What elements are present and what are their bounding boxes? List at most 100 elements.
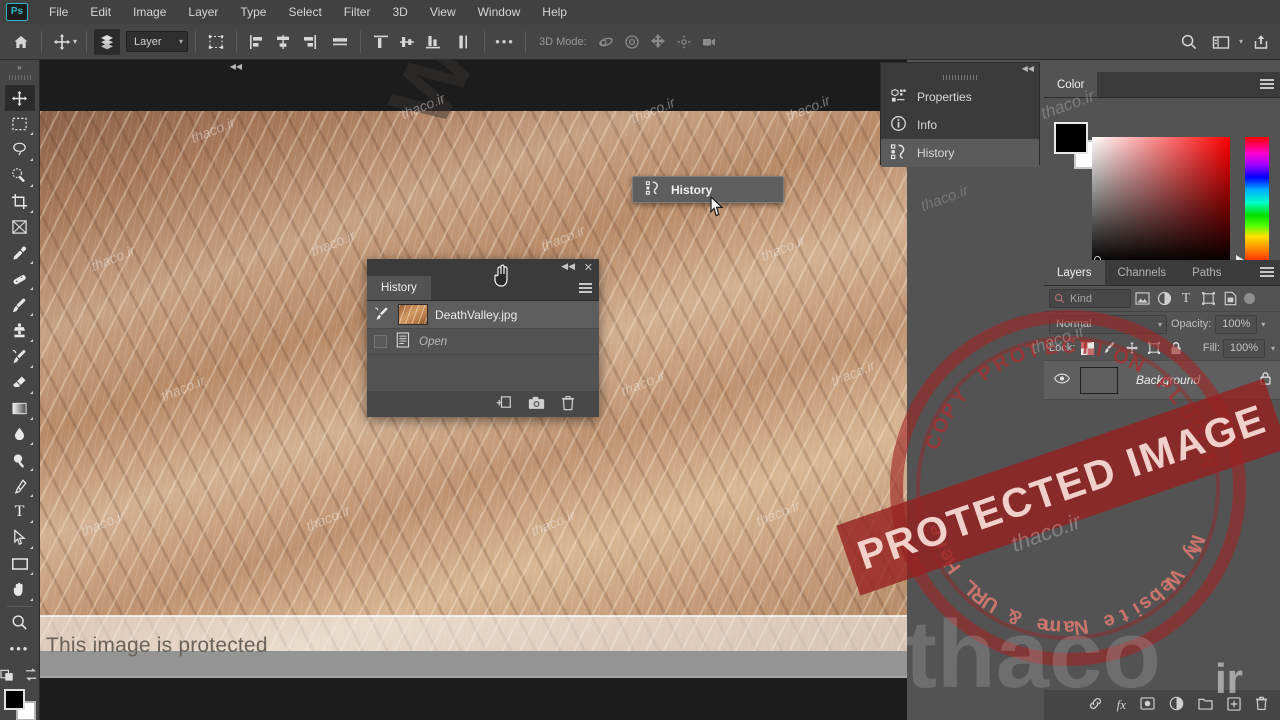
clone-stamp-tool[interactable]: [5, 318, 35, 344]
lock-artboard-nesting-icon[interactable]: [1144, 339, 1163, 358]
menu-3d[interactable]: 3D: [381, 2, 418, 22]
fill-input[interactable]: 100%: [1222, 338, 1265, 358]
layer-mask-button[interactable]: [1140, 697, 1155, 713]
3d-roll-icon[interactable]: [619, 29, 645, 55]
search-icon[interactable]: [1176, 29, 1202, 55]
blend-mode-dropdown[interactable]: Normal ▾: [1049, 314, 1167, 334]
history-brush-source-icon[interactable]: [373, 306, 391, 324]
menu-edit[interactable]: Edit: [79, 2, 122, 22]
lock-transparent-pixels-icon[interactable]: [1078, 339, 1097, 358]
delete-state-button[interactable]: [561, 395, 575, 414]
foreground-color-swatch[interactable]: [1054, 122, 1088, 154]
filter-kind-dropdown[interactable]: Kind: [1049, 289, 1131, 308]
3d-pan-icon[interactable]: [645, 29, 671, 55]
menu-help[interactable]: Help: [531, 2, 578, 22]
distribute-vertically-icon[interactable]: [451, 29, 477, 55]
panel-menu-icon[interactable]: [1260, 79, 1274, 91]
chevron-down-icon[interactable]: ▾: [1239, 37, 1243, 46]
edit-toolbar-button[interactable]: •••: [5, 636, 35, 662]
filter-smart-object-icon[interactable]: [1219, 289, 1241, 309]
history-panel-titlebar[interactable]: ◀◀ ✕: [367, 259, 599, 276]
pen-tool[interactable]: [5, 473, 35, 499]
history-brush-tool[interactable]: [5, 344, 35, 370]
layer-style-button[interactable]: fx: [1117, 697, 1126, 713]
sidebar-item-info[interactable]: Info: [881, 111, 1039, 139]
sidebar-item-history[interactable]: History: [881, 139, 1039, 167]
tab-color[interactable]: Color: [1044, 72, 1098, 97]
brush-tool[interactable]: [5, 292, 35, 318]
move-tool[interactable]: [4, 85, 35, 112]
align-right-edges-icon[interactable]: [296, 29, 322, 55]
chevron-down-icon[interactable]: ▾: [1261, 320, 1265, 329]
close-icon[interactable]: ✕: [584, 261, 593, 274]
color-field[interactable]: [1092, 137, 1230, 263]
frame-tool[interactable]: [5, 215, 35, 241]
menu-type[interactable]: Type: [229, 2, 277, 22]
tab-layers[interactable]: Layers: [1044, 260, 1105, 285]
menu-view[interactable]: View: [419, 2, 467, 22]
filter-pixel-icon[interactable]: [1131, 289, 1153, 309]
align-bottom-edges-icon[interactable]: [420, 29, 446, 55]
new-layer-button[interactable]: [1227, 696, 1241, 714]
new-document-from-state-button[interactable]: [496, 395, 512, 413]
rectangular-marquee-tool[interactable]: [5, 111, 35, 137]
align-left-edges-icon[interactable]: [244, 29, 270, 55]
show-transform-controls-icon[interactable]: [203, 29, 229, 55]
lock-all-icon[interactable]: [1166, 339, 1185, 358]
foreground-color-swatch[interactable]: [3, 689, 25, 711]
delete-layer-button[interactable]: [1255, 696, 1268, 714]
history-drag-proxy[interactable]: History: [632, 176, 784, 203]
new-group-button[interactable]: [1198, 697, 1213, 713]
auto-select-kind-dropdown[interactable]: Layer ▾: [126, 31, 189, 52]
lasso-tool[interactable]: [5, 137, 35, 163]
filter-shape-icon[interactable]: [1197, 289, 1219, 309]
crop-tool[interactable]: [5, 189, 35, 215]
opacity-input[interactable]: 100%: [1215, 314, 1258, 334]
auto-select-layers-icon[interactable]: [94, 28, 121, 55]
panel-menu-icon[interactable]: [579, 283, 592, 294]
collapse-panel-icon[interactable]: ◀◀: [1022, 64, 1034, 73]
align-horizontal-centers-icon[interactable]: [270, 29, 296, 55]
move-tool-icon[interactable]: [49, 29, 75, 55]
history-panel[interactable]: ◀◀ ✕ History DeathValley.jpg Open: [367, 259, 599, 417]
create-new-snapshot-button[interactable]: [528, 396, 545, 413]
align-vertical-centers-icon[interactable]: [394, 29, 420, 55]
more-options-button[interactable]: •••: [492, 29, 518, 55]
eraser-tool[interactable]: [5, 370, 35, 396]
lock-position-icon[interactable]: [1122, 339, 1141, 358]
tab-history[interactable]: History: [367, 276, 431, 300]
home-icon[interactable]: [8, 29, 34, 55]
horizontal-type-tool[interactable]: T: [5, 499, 35, 525]
eye-icon[interactable]: [1052, 373, 1072, 387]
menu-layer[interactable]: Layer: [177, 2, 229, 22]
adjustment-layer-button[interactable]: [1169, 696, 1184, 714]
layer-row-background[interactable]: Background: [1044, 360, 1280, 400]
mini-dock-grip[interactable]: [943, 75, 977, 80]
gradient-tool[interactable]: [5, 396, 35, 422]
3d-orbit-icon[interactable]: [593, 29, 619, 55]
chevron-down-icon[interactable]: ▾: [73, 37, 77, 46]
object-selection-tool[interactable]: [5, 163, 35, 189]
eyedropper-tool[interactable]: [5, 240, 35, 266]
hand-tool[interactable]: [5, 577, 35, 603]
collapse-dock-icon[interactable]: ◀◀: [230, 62, 242, 71]
spot-healing-brush-tool[interactable]: [5, 266, 35, 292]
link-layers-button[interactable]: [1088, 696, 1103, 714]
rectangle-tool[interactable]: [5, 551, 35, 577]
color-swatches[interactable]: [3, 689, 37, 720]
dodge-tool[interactable]: [5, 447, 35, 473]
chevron-down-icon[interactable]: ▾: [1271, 344, 1275, 353]
blur-tool[interactable]: [5, 422, 35, 448]
history-state-row[interactable]: Open: [367, 329, 599, 355]
menu-window[interactable]: Window: [467, 2, 532, 22]
collapse-panel-icon[interactable]: ◀◀: [561, 261, 575, 272]
toolbar-grip[interactable]: [8, 73, 31, 82]
menu-select[interactable]: Select: [277, 2, 332, 22]
panel-menu-icon[interactable]: [1260, 267, 1274, 279]
menu-image[interactable]: Image: [122, 2, 177, 22]
lock-image-pixels-icon[interactable]: [1100, 339, 1119, 358]
menu-file[interactable]: File: [38, 2, 79, 22]
tab-paths[interactable]: Paths: [1179, 260, 1235, 285]
filter-type-icon[interactable]: T: [1175, 289, 1197, 309]
align-top-edges-icon[interactable]: [368, 29, 394, 55]
